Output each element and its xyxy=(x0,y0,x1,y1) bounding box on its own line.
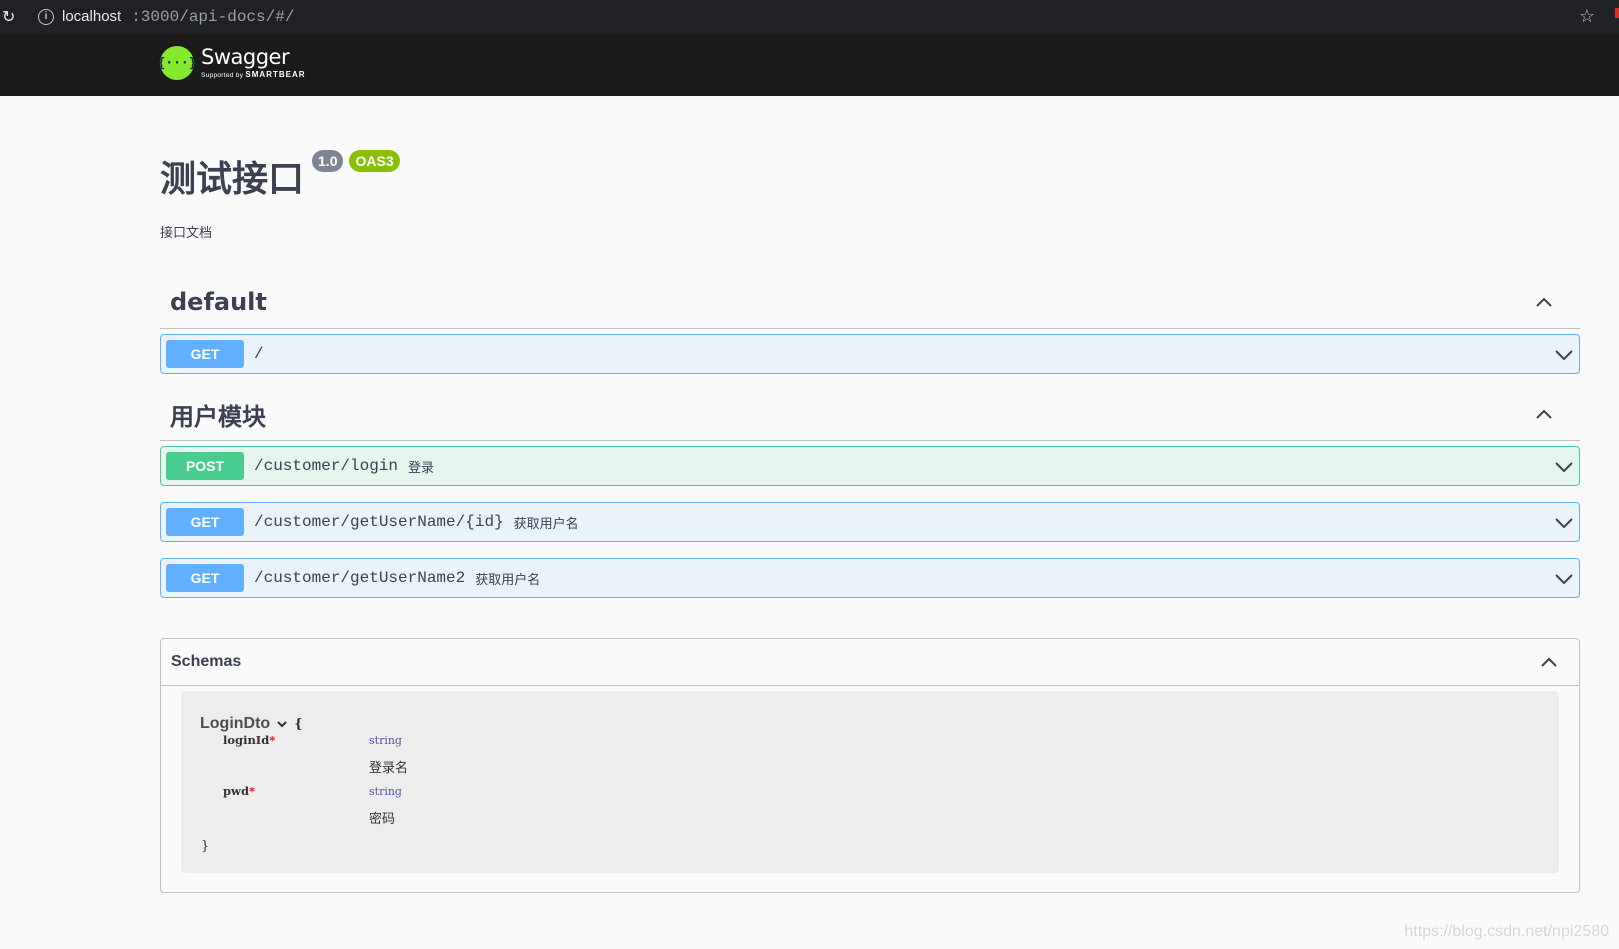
api-title-row: 测试接口 1.0 OAS3 xyxy=(160,150,400,202)
model-title[interactable]: LoginDto { xyxy=(200,715,303,733)
property-description: 登录名 xyxy=(369,760,409,775)
schemas-header[interactable]: Schemas xyxy=(161,639,1579,686)
chevron-down-icon[interactable] xyxy=(1554,569,1574,589)
version-badge: 1.0 xyxy=(312,150,344,172)
property-name-text: loginId xyxy=(223,733,270,747)
star-icon[interactable]: ☆ xyxy=(1579,6,1595,27)
chevron-down-icon[interactable] xyxy=(1554,345,1574,365)
operation-summary: 获取用户名 xyxy=(513,515,579,531)
operation-path: /customer/getUserName2 xyxy=(254,569,466,587)
api-info: 测试接口 1.0 OAS3 接口文档 xyxy=(160,150,400,241)
operation-get-username-id[interactable]: GET /customer/getUserName/{id} 获取用户名 xyxy=(160,502,1580,542)
operation-path: /customer/login xyxy=(254,457,399,475)
tag-section-default: default GET / xyxy=(160,276,1580,374)
oas-badge: OAS3 xyxy=(349,150,400,172)
browser-toolbar: ↻ i localhost :3000/api-docs/#/ ☆ xyxy=(0,0,1619,34)
logo-supported-by: Supported by SMARTBEAR xyxy=(201,69,306,80)
chevron-down-icon[interactable] xyxy=(276,718,288,730)
method-badge: GET xyxy=(166,340,244,368)
logo-text: Swagger Supported by SMARTBEAR xyxy=(201,44,306,80)
tag-name: 用户模块 xyxy=(170,402,266,431)
operation-path: / xyxy=(254,345,264,363)
schemas-section: Schemas LoginDto { loginId* string 登录名 p… xyxy=(160,638,1580,893)
tag-section-user-module: 用户模块 POST /customer/login 登录 GET /custom… xyxy=(160,388,1580,598)
logo-brand: SMARTBEAR xyxy=(245,69,306,79)
method-badge: GET xyxy=(166,508,244,536)
model-name: LoginDto xyxy=(200,715,271,732)
property-name: pwd* xyxy=(223,784,255,798)
required-marker: * xyxy=(269,733,276,747)
address-bar[interactable]: localhost :3000/api-docs/#/ xyxy=(62,8,294,26)
tag-header-user-module[interactable]: 用户模块 xyxy=(160,388,1580,441)
tag-header-default[interactable]: default xyxy=(160,276,1580,329)
logo-supported-label: Supported by xyxy=(201,71,244,79)
chevron-up-icon[interactable] xyxy=(1534,292,1554,312)
property-type: string xyxy=(369,734,402,747)
method-badge: POST xyxy=(166,452,244,480)
required-marker: * xyxy=(248,784,255,798)
model-box-logindto: LoginDto { loginId* string 登录名 pwd* stri… xyxy=(181,691,1559,873)
model-close-brace: } xyxy=(201,839,210,854)
chevron-up-icon[interactable] xyxy=(1534,404,1554,424)
swagger-logo[interactable]: {···} Swagger Supported by SMARTBEAR xyxy=(157,44,306,80)
method-badge: GET xyxy=(166,564,244,592)
reload-icon[interactable]: ↻ xyxy=(2,7,18,27)
property-type: string xyxy=(369,785,402,798)
operation-get-username2[interactable]: GET /customer/getUserName2 获取用户名 xyxy=(160,558,1580,598)
operation-summary: 登录 xyxy=(408,459,435,475)
swagger-topbar: {···} Swagger Supported by SMARTBEAR xyxy=(0,34,1619,96)
api-description: 接口文档 xyxy=(160,225,213,240)
property-name: loginId* xyxy=(223,733,275,747)
tag-name: default xyxy=(170,288,267,316)
swagger-logo-icon: {···} xyxy=(157,46,197,80)
operation-post-login[interactable]: POST /customer/login 登录 xyxy=(160,446,1580,486)
browser-edge-indicator xyxy=(1615,8,1619,18)
url-host: localhost xyxy=(62,8,122,25)
chevron-down-icon[interactable] xyxy=(1554,457,1574,477)
property-name-text: pwd xyxy=(223,784,249,798)
chevron-down-icon[interactable] xyxy=(1554,513,1574,533)
property-description: 密码 xyxy=(369,811,396,826)
chevron-up-icon[interactable] xyxy=(1539,652,1559,672)
api-title: 测试接口 xyxy=(160,159,305,200)
operation-get-root[interactable]: GET / xyxy=(160,334,1580,374)
logo-name: Swagger xyxy=(201,44,290,69)
watermark: https://blog.csdn.net/npi2580 xyxy=(1404,923,1609,940)
url-path: :3000/api-docs/#/ xyxy=(131,8,295,26)
schemas-label: Schemas xyxy=(171,653,242,670)
operation-summary: 获取用户名 xyxy=(475,571,541,587)
operation-path: /customer/getUserName/{id} xyxy=(254,513,504,531)
info-icon[interactable]: i xyxy=(38,9,54,25)
model-open-brace: { xyxy=(294,716,303,732)
